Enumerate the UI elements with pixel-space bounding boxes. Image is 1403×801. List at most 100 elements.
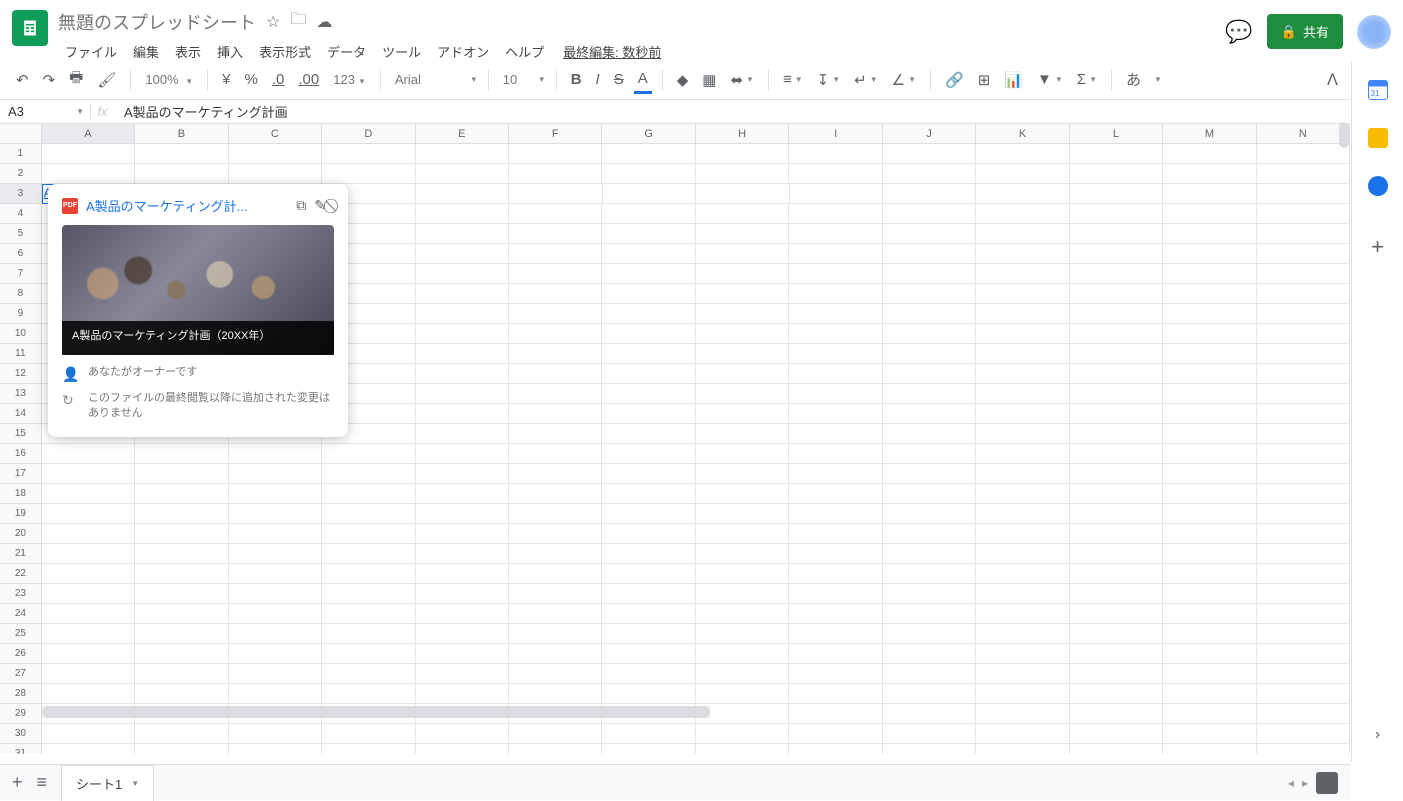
cell-F23[interactable] [509,584,602,604]
cell-L21[interactable] [1070,544,1163,564]
cell-B26[interactable] [135,644,228,664]
cell-E26[interactable] [416,644,509,664]
cell-K16[interactable] [976,444,1069,464]
cell-F21[interactable] [509,544,602,564]
column-header-I[interactable]: I [789,124,882,143]
cell-I29[interactable] [789,704,882,724]
cell-L4[interactable] [1070,204,1163,224]
cell-G14[interactable] [602,404,695,424]
row-header[interactable]: 24 [0,604,42,624]
row-header[interactable]: 7 [0,264,42,284]
cell-N24[interactable] [1257,604,1350,624]
row-header[interactable]: 11 [0,344,42,364]
cloud-status-icon[interactable]: ☁ [316,12,332,32]
cell-G31[interactable] [602,744,695,754]
row-header[interactable]: 5 [0,224,42,244]
cell-I16[interactable] [789,444,882,464]
row-header[interactable]: 22 [0,564,42,584]
row-header[interactable]: 3 [0,184,42,204]
cell-N31[interactable] [1257,744,1350,754]
cell-M14[interactable] [1163,404,1256,424]
cell-N27[interactable] [1257,664,1350,684]
cell-N7[interactable] [1257,264,1350,284]
cell-E20[interactable] [416,524,509,544]
cell-H4[interactable] [696,204,789,224]
cell-L6[interactable] [1070,244,1163,264]
cell-C31[interactable] [229,744,322,754]
cell-G27[interactable] [602,664,695,684]
cell-M24[interactable] [1163,604,1256,624]
cell-N1[interactable] [1257,144,1350,164]
cell-I27[interactable] [789,664,882,684]
cell-M11[interactable] [1163,344,1256,364]
functions-icon[interactable]: Σ▼ [1073,67,1101,92]
row-header[interactable]: 4 [0,204,42,224]
cell-N11[interactable] [1257,344,1350,364]
cell-H17[interactable] [696,464,789,484]
cell-C30[interactable] [229,724,322,744]
cell-I14[interactable] [789,404,882,424]
cell-F18[interactable] [509,484,602,504]
decrease-decimal-button[interactable]: .0 [268,67,289,92]
cell-B25[interactable] [135,624,228,644]
cell-J26[interactable] [883,644,976,664]
cell-M1[interactable] [1163,144,1256,164]
column-header-H[interactable]: H [696,124,789,143]
cell-G16[interactable] [602,444,695,464]
cell-L14[interactable] [1070,404,1163,424]
cell-K15[interactable] [976,424,1069,444]
cell-K29[interactable] [976,704,1069,724]
cell-N9[interactable] [1257,304,1350,324]
row-header[interactable]: 1 [0,144,42,164]
cell-K2[interactable] [976,164,1069,184]
cell-J21[interactable] [883,544,976,564]
cell-K5[interactable] [976,224,1069,244]
cell-B30[interactable] [135,724,228,744]
cell-M25[interactable] [1163,624,1256,644]
cell-L1[interactable] [1070,144,1163,164]
cell-N16[interactable] [1257,444,1350,464]
cell-F13[interactable] [509,384,602,404]
comments-icon[interactable]: 💬 [1225,19,1252,45]
cell-B2[interactable] [135,164,228,184]
cell-E31[interactable] [416,744,509,754]
fill-color-icon[interactable]: ◆ [673,67,693,93]
cell-K27[interactable] [976,664,1069,684]
cell-J5[interactable] [883,224,976,244]
cell-M4[interactable] [1163,204,1256,224]
cell-H14[interactable] [696,404,789,424]
cell-H20[interactable] [696,524,789,544]
cell-E9[interactable] [416,304,509,324]
cell-F15[interactable] [509,424,602,444]
cell-H19[interactable] [696,504,789,524]
cell-C22[interactable] [229,564,322,584]
cell-F4[interactable] [509,204,602,224]
row-header[interactable]: 31 [0,744,42,754]
share-button[interactable]: 🔒 共有 [1267,14,1343,49]
cell-H23[interactable] [696,584,789,604]
cell-F26[interactable] [509,644,602,664]
row-header[interactable]: 20 [0,524,42,544]
cell-J29[interactable] [883,704,976,724]
cell-I25[interactable] [789,624,882,644]
zoom-select[interactable]: 100% ▼ [141,70,197,89]
cell-I10[interactable] [789,324,882,344]
cell-K12[interactable] [976,364,1069,384]
cell-K21[interactable] [976,544,1069,564]
cell-N6[interactable] [1257,244,1350,264]
cell-N12[interactable] [1257,364,1350,384]
cell-H2[interactable] [696,164,789,184]
cell-E27[interactable] [416,664,509,684]
cell-J24[interactable] [883,604,976,624]
cell-L19[interactable] [1070,504,1163,524]
cell-I3[interactable] [790,184,883,204]
cell-D23[interactable] [322,584,415,604]
cell-E13[interactable] [416,384,509,404]
cell-E25[interactable] [416,624,509,644]
column-header-D[interactable]: D [322,124,415,143]
cell-L26[interactable] [1070,644,1163,664]
cell-H26[interactable] [696,644,789,664]
cell-L2[interactable] [1070,164,1163,184]
cell-I23[interactable] [789,584,882,604]
cell-F22[interactable] [509,564,602,584]
